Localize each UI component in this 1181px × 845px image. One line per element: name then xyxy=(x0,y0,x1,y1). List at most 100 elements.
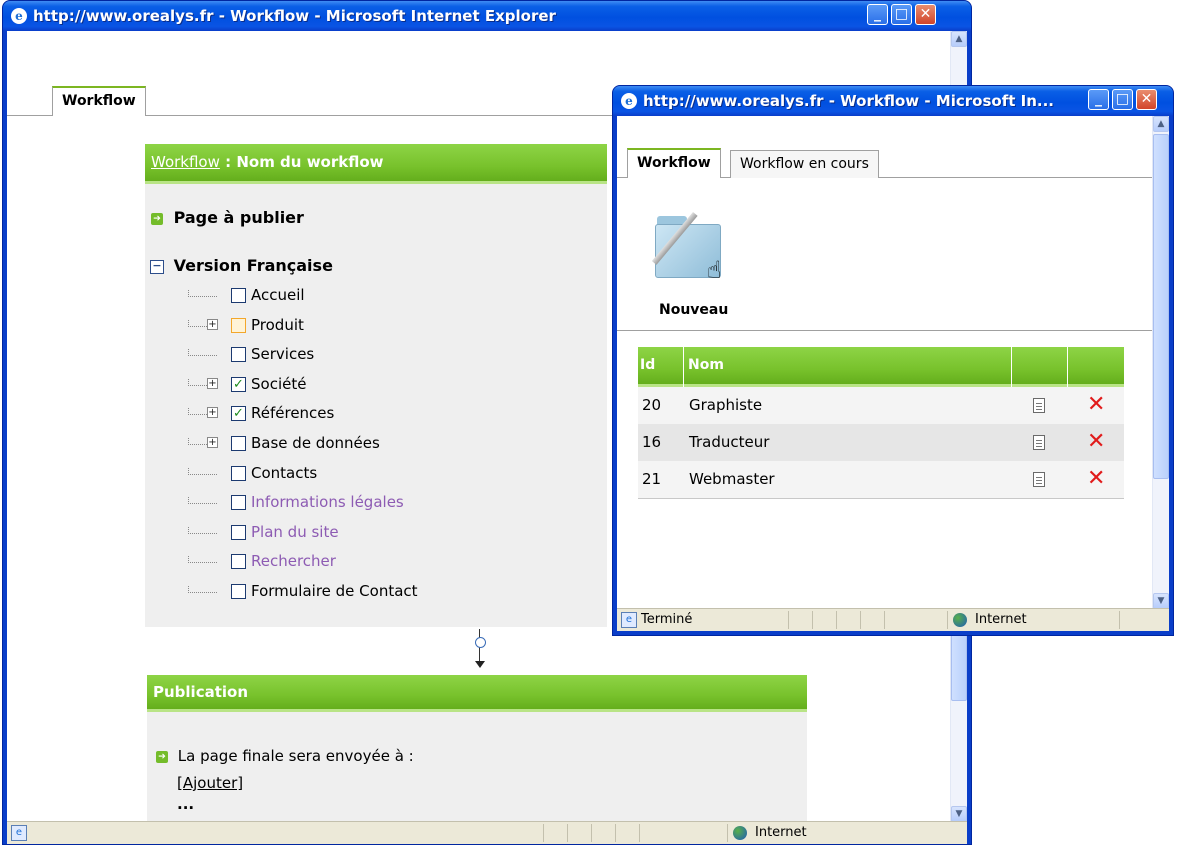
tree-item-label: Formulaire de Contact xyxy=(251,582,418,600)
tree-line xyxy=(188,408,207,416)
page-to-publish-row: ➔ Page à publier xyxy=(151,208,304,227)
tree-line xyxy=(188,378,207,386)
expand-icon[interactable]: + xyxy=(207,437,218,448)
workflow-link[interactable]: Workflow xyxy=(151,153,220,171)
version-row[interactable]: − Version Française xyxy=(150,256,333,275)
tree-checkbox[interactable] xyxy=(231,584,246,599)
maximize-button[interactable]: □ xyxy=(891,4,912,25)
scroll-down-button[interactable]: ▼ xyxy=(951,806,967,822)
tree-item-label: Références xyxy=(251,404,335,423)
tree-line xyxy=(188,556,217,564)
tab-workflow-running[interactable]: Workflow en cours xyxy=(730,150,879,178)
scroll-thumb[interactable] xyxy=(1153,134,1169,479)
main-titlebar[interactable]: e http://www.orealys.fr - Workflow - Mic… xyxy=(3,1,971,31)
tree-checkbox[interactable] xyxy=(231,465,246,481)
tree-line xyxy=(188,319,207,327)
tree-item[interactable]: Plan du site xyxy=(145,518,607,547)
new-label: Nouveau xyxy=(659,302,729,318)
scroll-up-button[interactable]: ▲ xyxy=(951,31,967,47)
workflow-table: Id Nom 20 Graphiste ✕ 16 Traducteur ✕ 21 Webmas… xyxy=(638,347,1124,499)
tab-workflow[interactable]: Workflow xyxy=(52,86,146,116)
publication-ellipsis: ... xyxy=(177,795,195,813)
popup-vertical-scrollbar[interactable]: ▲ ▼ xyxy=(1152,116,1169,609)
tree-checkbox[interactable] xyxy=(231,554,246,570)
add-recipient-link[interactable]: [Ajouter] xyxy=(177,774,243,792)
tree-item[interactable]: + ✓ Société xyxy=(145,370,607,399)
tree-item-label: Accueil xyxy=(251,286,305,304)
tree-item-label: Services xyxy=(251,345,315,364)
tree-item[interactable]: Rechercher xyxy=(145,547,607,576)
tree-item[interactable]: + Base de données xyxy=(145,429,607,458)
tab-workflow[interactable]: Workflow xyxy=(627,148,721,178)
popup-divider xyxy=(617,330,1152,331)
main-statusbar: e Internet xyxy=(7,821,967,844)
minimize-button[interactable]: _ xyxy=(1088,89,1109,110)
publication-text: La page finale sera envoyée à : xyxy=(177,747,414,765)
popup-zone-label: Internet xyxy=(975,612,1027,627)
status-text: Terminé xyxy=(641,612,693,627)
scroll-down-button[interactable]: ▼ xyxy=(1153,593,1169,609)
tree-checkbox[interactable] xyxy=(231,495,246,511)
table-row: 20 Graphiste ✕ xyxy=(638,387,1124,425)
collapse-icon[interactable]: − xyxy=(150,259,164,274)
globe-icon xyxy=(733,826,747,840)
scroll-up-button[interactable]: ▲ xyxy=(1153,116,1169,132)
globe-icon xyxy=(953,613,967,627)
tree-line xyxy=(188,526,217,534)
tree-item[interactable]: Informations légales xyxy=(145,488,607,517)
main-zone-label: Internet xyxy=(755,825,807,840)
tree-checkbox[interactable] xyxy=(231,317,246,333)
tree-item-label: Base de données xyxy=(251,434,380,452)
scroll-thumb[interactable] xyxy=(951,631,967,701)
close-button[interactable]: ✕ xyxy=(915,4,936,25)
connector-arrow xyxy=(475,629,486,671)
table-row: 16 Traducteur ✕ xyxy=(638,424,1124,462)
popup-titlebar[interactable]: e http://www.orealys.fr - Workflow - Mic… xyxy=(613,86,1173,116)
tree-checkbox[interactable]: ✓ xyxy=(231,376,246,392)
popup-content: Workflow Workflow en cours ☝ Nouveau Id … xyxy=(617,116,1169,631)
delete-icon[interactable]: ✕ xyxy=(1087,394,1105,416)
row-name: Graphiste xyxy=(689,396,763,414)
popup-tabstrip: Workflow Workflow en cours xyxy=(617,116,1152,178)
document-icon[interactable] xyxy=(1033,472,1045,487)
tree-checkbox[interactable] xyxy=(231,347,246,363)
delete-icon[interactable]: ✕ xyxy=(1087,468,1105,490)
publication-text-row: ➔ La page finale sera envoyée à : xyxy=(156,747,414,765)
tree-item-label: Rechercher xyxy=(251,552,336,571)
tree-item[interactable]: Contacts xyxy=(145,459,607,488)
tree-item[interactable]: Services xyxy=(145,340,607,369)
close-button[interactable]: ✕ xyxy=(1136,89,1157,110)
tree-line xyxy=(188,586,217,593)
tree-item-label: Contacts xyxy=(251,463,318,482)
row-id: 21 xyxy=(642,470,662,488)
tree-checkbox[interactable] xyxy=(231,288,246,303)
maximize-button[interactable]: □ xyxy=(1112,89,1133,110)
expand-icon[interactable]: + xyxy=(207,377,218,389)
tree-item[interactable]: + Produit xyxy=(145,311,607,340)
row-name: Traducteur xyxy=(689,433,770,451)
ie-icon: e xyxy=(11,8,27,24)
tree-line xyxy=(188,349,217,357)
expand-icon[interactable]: + xyxy=(207,407,218,419)
tree-item[interactable]: Formulaire de Contact xyxy=(145,577,607,606)
tree-line xyxy=(188,497,217,505)
delete-icon[interactable]: ✕ xyxy=(1087,431,1105,453)
table-body: 20 Graphiste ✕ 16 Traducteur ✕ 21 Webmaster ✕ xyxy=(638,387,1124,499)
tree-checkbox[interactable]: ✓ xyxy=(231,406,246,422)
publication-header: Publication xyxy=(147,675,807,712)
tree-item[interactable]: Accueil xyxy=(145,281,607,310)
tree-line xyxy=(188,290,217,297)
minimize-button[interactable]: _ xyxy=(867,4,888,25)
expand-icon[interactable]: + xyxy=(207,318,218,330)
add-step-icon[interactable] xyxy=(475,637,486,648)
document-icon[interactable] xyxy=(1033,398,1045,413)
hand-cursor-icon: ☝ xyxy=(707,256,722,284)
popup-statusbar: e Terminé Internet xyxy=(617,608,1169,631)
tree-item[interactable]: + ✓ Références xyxy=(145,399,607,428)
new-workflow-button[interactable]: ☝ Nouveau xyxy=(647,208,737,320)
row-id: 20 xyxy=(642,396,662,414)
document-icon[interactable] xyxy=(1033,435,1045,450)
tree-line xyxy=(188,438,207,445)
tree-checkbox[interactable] xyxy=(231,436,246,451)
tree-checkbox[interactable] xyxy=(231,524,246,540)
